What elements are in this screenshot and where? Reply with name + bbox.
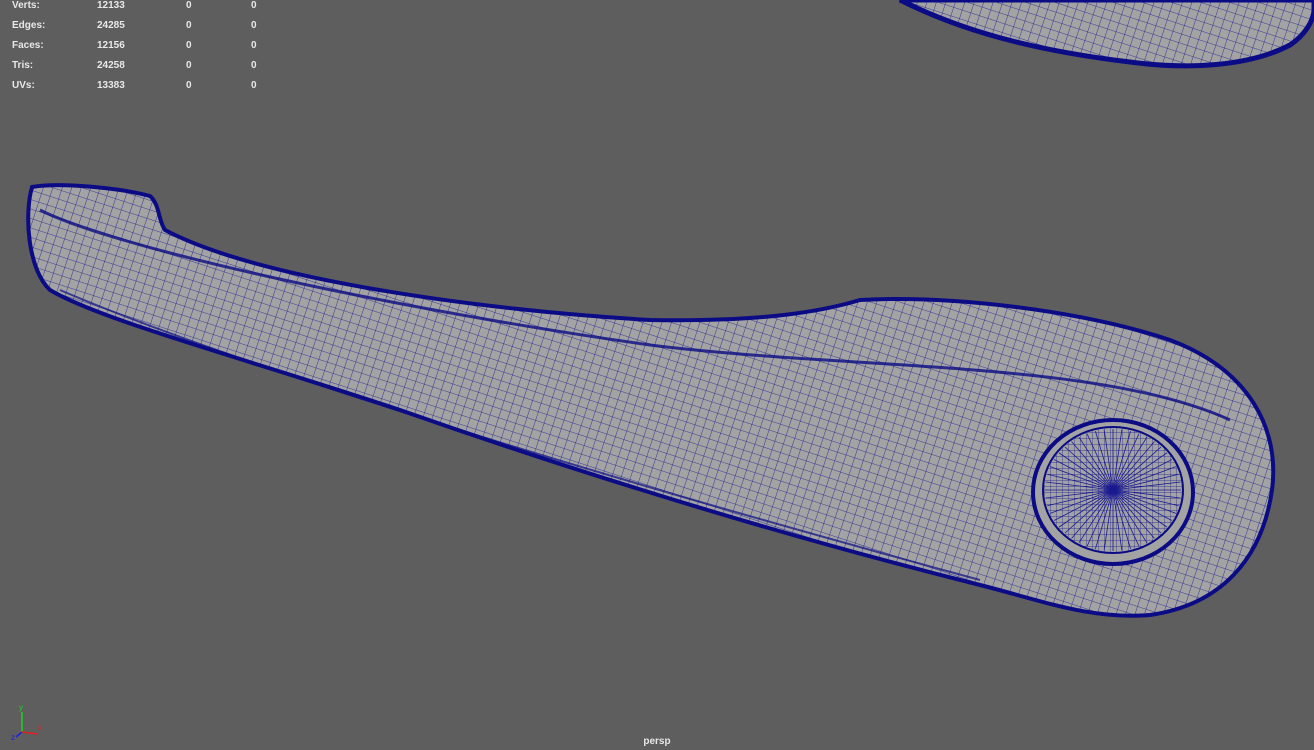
hud-label: Tris:: [12, 60, 34, 71]
hud-uv: 0: [251, 0, 257, 11]
mesh-top-right[interactable]: [898, 0, 1314, 69]
pivot-boss: [1031, 418, 1195, 566]
hud-total: 12133: [97, 0, 125, 11]
camera-label: persp: [643, 736, 671, 747]
mesh-handle[interactable]: [26, 183, 1276, 618]
axis-y-label: y: [19, 703, 23, 712]
hud-uv: 0: [251, 80, 257, 91]
hud-total: 12156: [97, 40, 125, 51]
hud-uv: 0: [251, 20, 257, 31]
hud-selected: 0: [186, 60, 192, 71]
hud-label: Faces:: [12, 40, 44, 51]
hud-total: 24258: [97, 60, 125, 71]
hud-label: Edges:: [12, 20, 46, 31]
hud-label: Verts:: [12, 0, 40, 11]
hud-selected: 0: [186, 40, 192, 51]
hud-total: 24285: [97, 20, 125, 31]
hud-selected: 0: [186, 80, 192, 91]
axis-gizmo: y x z: [11, 703, 42, 740]
hud-uv: 0: [251, 60, 257, 71]
hud-selected: 0: [186, 0, 192, 11]
hud-total: 13383: [97, 80, 125, 91]
hud-label: UVs:: [12, 80, 35, 91]
hud-uv: 0: [251, 40, 257, 51]
hud-selected: 0: [186, 20, 192, 31]
3d-viewport[interactable]: [0, 0, 1314, 750]
axis-x-label: x: [38, 723, 42, 732]
